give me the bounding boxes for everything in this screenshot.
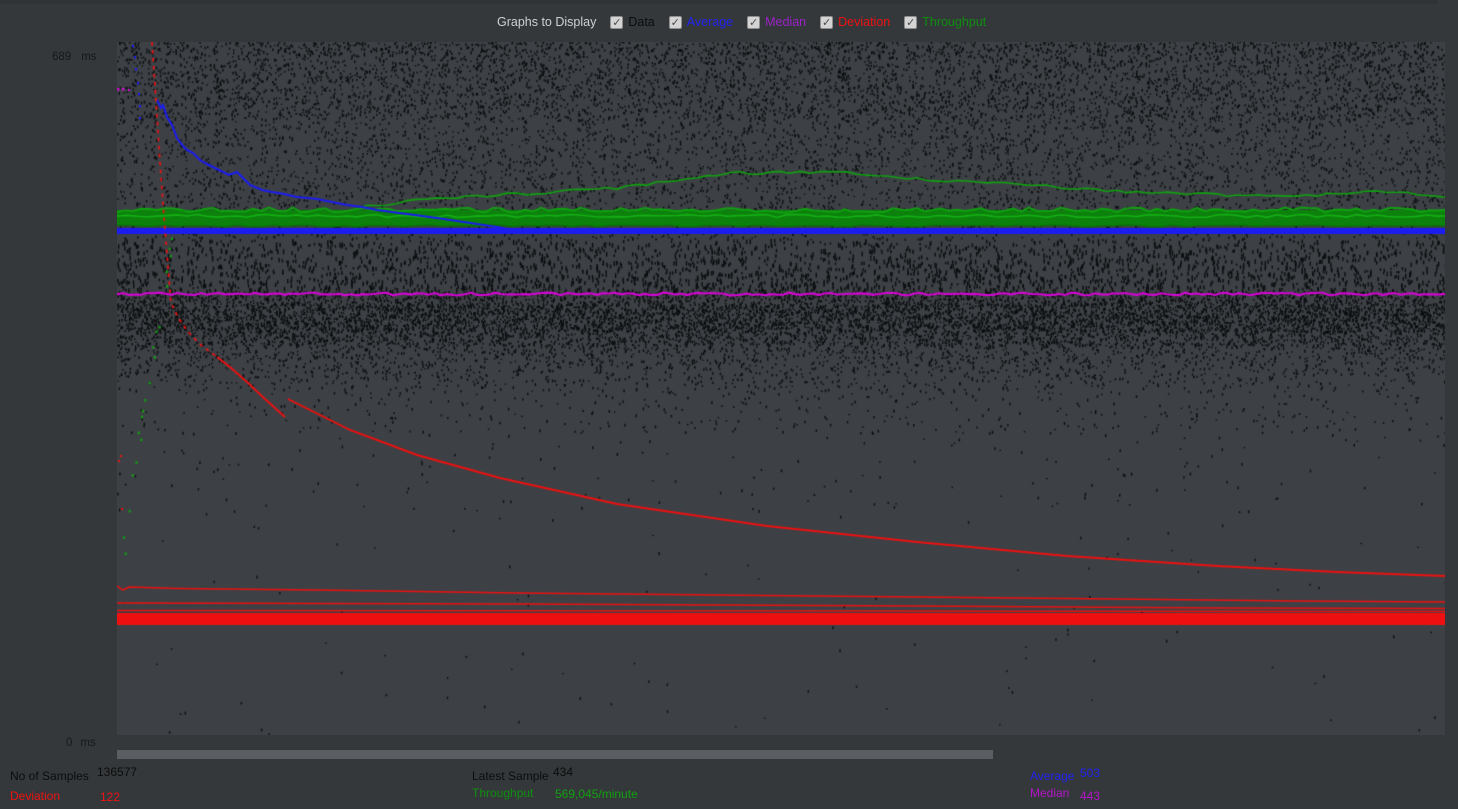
deviation-stat-value: 122 [100, 790, 120, 804]
deviation-stat-label: Deviation [10, 789, 60, 803]
average-stat-label: Average [1030, 769, 1074, 783]
throughput-checkbox[interactable]: ✓ [904, 16, 917, 29]
y-axis-min-label: 0 ms [66, 737, 96, 749]
no-of-samples-label: No of Samples [10, 769, 89, 783]
deviation-checkbox-label: Deviation [838, 15, 890, 29]
y-axis-unit-bottom: ms [80, 737, 95, 749]
checkbox-item-data[interactable]: ✓ Data [610, 15, 654, 29]
median-checkbox[interactable]: ✓ [747, 16, 760, 29]
median-checkbox-label: Median [765, 15, 806, 29]
throughput-checkbox-label: Throughput [922, 15, 986, 29]
checkbox-item-median[interactable]: ✓ Median [747, 15, 806, 29]
graphs-to-display-label: Graphs to Display [497, 15, 596, 29]
jmeter-graph-results-window: Graphs to Display ✓ Data ✓ Average ✓ Med… [0, 0, 1458, 809]
no-of-samples-value: 136577 [97, 765, 137, 779]
horizontal-scrollbar-thumb[interactable] [117, 750, 993, 759]
graphs-to-display-bar: Graphs to Display ✓ Data ✓ Average ✓ Med… [497, 12, 986, 32]
checkbox-item-throughput[interactable]: ✓ Throughput [904, 15, 986, 29]
median-stat-value: 443 [1080, 789, 1100, 803]
checkbox-item-average[interactable]: ✓ Average [669, 15, 733, 29]
latest-sample-label: Latest Sample [472, 769, 549, 783]
checkbox-item-deviation[interactable]: ✓ Deviation [820, 15, 890, 29]
deviation-checkbox[interactable]: ✓ [820, 16, 833, 29]
graph-plot-canvas [117, 42, 1445, 735]
average-stat-value: 503 [1080, 766, 1100, 780]
average-checkbox-label: Average [687, 15, 733, 29]
latest-sample-value: 434 [553, 765, 573, 779]
throughput-stat-value: 569,045/minute [555, 787, 638, 801]
throughput-stat-label: Throughput [472, 786, 533, 800]
y-axis-max-label: 689 ms [52, 51, 97, 63]
y-axis-unit-top: ms [81, 51, 96, 63]
y-axis-min-value: 0 [66, 737, 72, 749]
average-checkbox[interactable]: ✓ [669, 16, 682, 29]
data-checkbox-label: Data [628, 15, 654, 29]
y-axis-max-value: 689 [52, 51, 71, 63]
median-stat-label: Median [1030, 786, 1069, 800]
top-strip [0, 0, 1437, 4]
data-checkbox[interactable]: ✓ [610, 16, 623, 29]
